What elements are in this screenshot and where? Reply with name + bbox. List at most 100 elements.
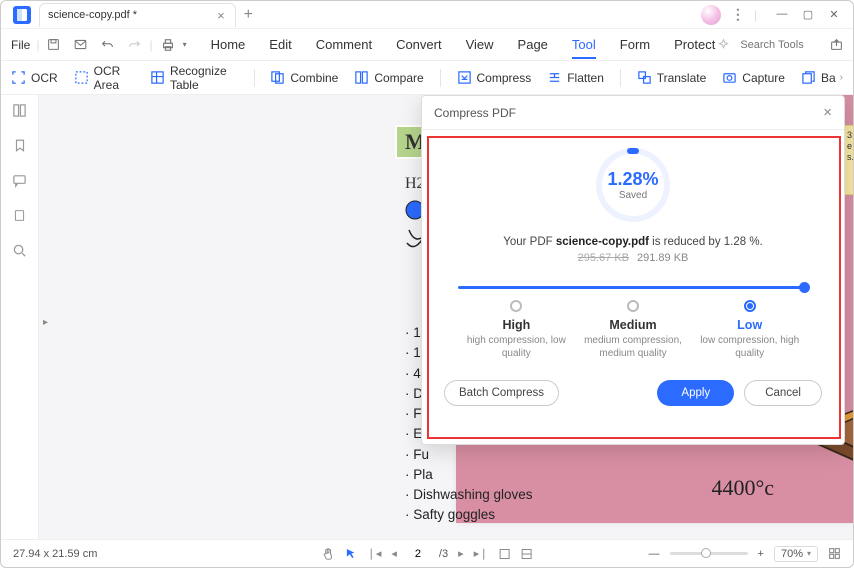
page-input[interactable] xyxy=(407,548,429,560)
window-minimize-button[interactable]: — xyxy=(775,8,789,21)
temperature-label: 4400°c xyxy=(711,475,774,501)
file-menu[interactable]: File xyxy=(11,38,30,52)
next-page-icon[interactable]: ▸ xyxy=(458,547,464,560)
cancel-button[interactable]: Cancel xyxy=(744,380,822,406)
flatten-icon xyxy=(547,70,562,85)
page-total: /3 xyxy=(439,548,448,560)
thumbnails-icon[interactable] xyxy=(12,103,27,118)
undo-icon[interactable] xyxy=(97,34,118,55)
compression-options: High high compression, low quality Mediu… xyxy=(458,300,808,360)
attachments-icon[interactable] xyxy=(13,208,26,223)
hand-tool-icon[interactable] xyxy=(322,547,335,560)
ribbon-overflow-icon[interactable]: › xyxy=(840,72,843,83)
radio-icon xyxy=(627,300,639,312)
menubar: File | | ▾ Home Edit Comment Convert Vie… xyxy=(1,29,853,61)
tab-title: science-copy.pdf * xyxy=(48,9,137,21)
print-icon[interactable] xyxy=(157,34,179,56)
radio-icon xyxy=(510,300,522,312)
new-size: 291.89 KB xyxy=(637,252,688,264)
prev-page-icon[interactable]: ◂ xyxy=(391,547,397,560)
batch-icon xyxy=(801,70,816,85)
app-logo xyxy=(11,4,33,26)
compress-icon xyxy=(457,70,472,85)
page-dimensions: 27.94 x 21.59 cm xyxy=(13,548,97,560)
list-item: Fu xyxy=(405,445,533,465)
recognize-table-button[interactable]: Recognize Table xyxy=(150,64,238,92)
dialog-actions: Batch Compress Apply Cancel xyxy=(444,380,822,406)
compare-icon xyxy=(354,70,369,85)
expand-panel-icon[interactable]: ▸ xyxy=(43,317,48,328)
add-tab-button[interactable]: + xyxy=(244,6,253,24)
combine-button[interactable]: Combine xyxy=(270,70,338,85)
bookmarks-icon[interactable] xyxy=(13,138,27,153)
compare-button[interactable]: Compare xyxy=(354,70,423,85)
search-tools-input[interactable] xyxy=(740,39,820,51)
nav-page[interactable]: Page xyxy=(518,37,548,53)
slider-knob[interactable] xyxy=(799,282,810,293)
option-medium[interactable]: Medium medium compression, medium qualit… xyxy=(575,300,692,360)
nav-view[interactable]: View xyxy=(466,37,494,53)
compress-button[interactable]: Compress xyxy=(457,70,532,85)
ocr-icon xyxy=(11,70,26,85)
translate-button[interactable]: Translate xyxy=(637,70,707,85)
flatten-button[interactable]: Flatten xyxy=(547,70,604,85)
option-low[interactable]: Low low compression, high quality xyxy=(691,300,808,360)
zoom-in-icon[interactable]: + xyxy=(758,548,764,560)
document-canvas[interactable]: ▸ W 3:11 PM e and s. 4400°c 03 Ma H2 12 … xyxy=(39,95,853,539)
titlebar: science-copy.pdf * × + ⋮ | — ▢ ✕ xyxy=(1,1,853,29)
list-item: Dishwashing gloves xyxy=(405,485,533,505)
first-page-icon[interactable]: ❘◂ xyxy=(367,547,382,560)
compression-slider[interactable] xyxy=(458,282,808,292)
left-dock xyxy=(1,95,39,539)
select-tool-icon[interactable] xyxy=(345,547,357,560)
nav-home[interactable]: Home xyxy=(211,37,246,53)
window-close-button[interactable]: ✕ xyxy=(827,8,841,21)
main-nav: Home Edit Comment Convert View Page Tool… xyxy=(211,37,716,53)
radio-icon xyxy=(744,300,756,312)
window-maximize-button[interactable]: ▢ xyxy=(801,8,815,21)
share-icon[interactable] xyxy=(830,38,843,51)
fit-page-icon[interactable] xyxy=(828,547,841,560)
nav-convert[interactable]: Convert xyxy=(396,37,442,53)
batch-process-button[interactable]: Ba xyxy=(801,70,836,85)
comments-icon[interactable] xyxy=(12,173,27,188)
batch-compress-button[interactable]: Batch Compress xyxy=(444,380,559,406)
page-nav: ❘◂ ◂ /3 ▸ ▸❘ xyxy=(322,547,533,560)
fit-icon-1[interactable] xyxy=(498,548,510,560)
nav-comment[interactable]: Comment xyxy=(316,37,372,53)
old-size: 295.67 KB xyxy=(578,252,629,264)
compress-dialog: Compress PDF × 1.28% Saved Your PDF scie… xyxy=(421,95,845,445)
ribbon-toolbar: OCR OCR Area Recognize Table Combine Com… xyxy=(1,61,853,95)
mail-icon[interactable] xyxy=(70,34,91,55)
print-dropdown-icon[interactable]: ▾ xyxy=(179,36,191,53)
statusbar: 27.94 x 21.59 cm ❘◂ ◂ /3 ▸ ▸❘ — + 70%▾ xyxy=(1,539,853,567)
app-menu-kebab-icon[interactable]: ⋮ xyxy=(731,6,744,23)
nav-edit[interactable]: Edit xyxy=(269,37,291,53)
option-high[interactable]: High high compression, low quality xyxy=(458,300,575,360)
zoom-level[interactable]: 70%▾ xyxy=(774,546,818,562)
zoom-slider[interactable] xyxy=(670,552,748,555)
tab-close-icon[interactable]: × xyxy=(217,9,225,22)
nav-protect[interactable]: Protect xyxy=(674,37,715,53)
save-icon[interactable] xyxy=(43,34,64,55)
dialog-close-icon[interactable]: × xyxy=(823,104,832,121)
zoom-out-icon[interactable]: — xyxy=(649,548,660,560)
ocr-area-icon xyxy=(74,70,89,85)
nav-form[interactable]: Form xyxy=(620,37,650,53)
zoom-knob[interactable] xyxy=(701,548,711,558)
capture-icon xyxy=(722,70,737,85)
user-avatar[interactable] xyxy=(701,5,721,25)
document-tab[interactable]: science-copy.pdf * × xyxy=(39,3,236,27)
apply-button[interactable]: Apply xyxy=(657,380,734,406)
nav-tool[interactable]: Tool xyxy=(572,37,596,59)
capture-button[interactable]: Capture xyxy=(722,70,785,85)
ocr-area-button[interactable]: OCR Area xyxy=(74,64,134,92)
search-panel-icon[interactable] xyxy=(12,243,27,258)
fit-icon-2[interactable] xyxy=(520,548,532,560)
redo-icon[interactable] xyxy=(124,34,145,55)
last-page-icon[interactable]: ▸❘ xyxy=(474,547,489,560)
ocr-button[interactable]: OCR xyxy=(11,70,58,85)
ai-icon[interactable] xyxy=(717,38,730,51)
dialog-header: Compress PDF × xyxy=(422,96,844,130)
result-blurb: Your PDF science-copy.pdf is reduced by … xyxy=(444,236,822,248)
